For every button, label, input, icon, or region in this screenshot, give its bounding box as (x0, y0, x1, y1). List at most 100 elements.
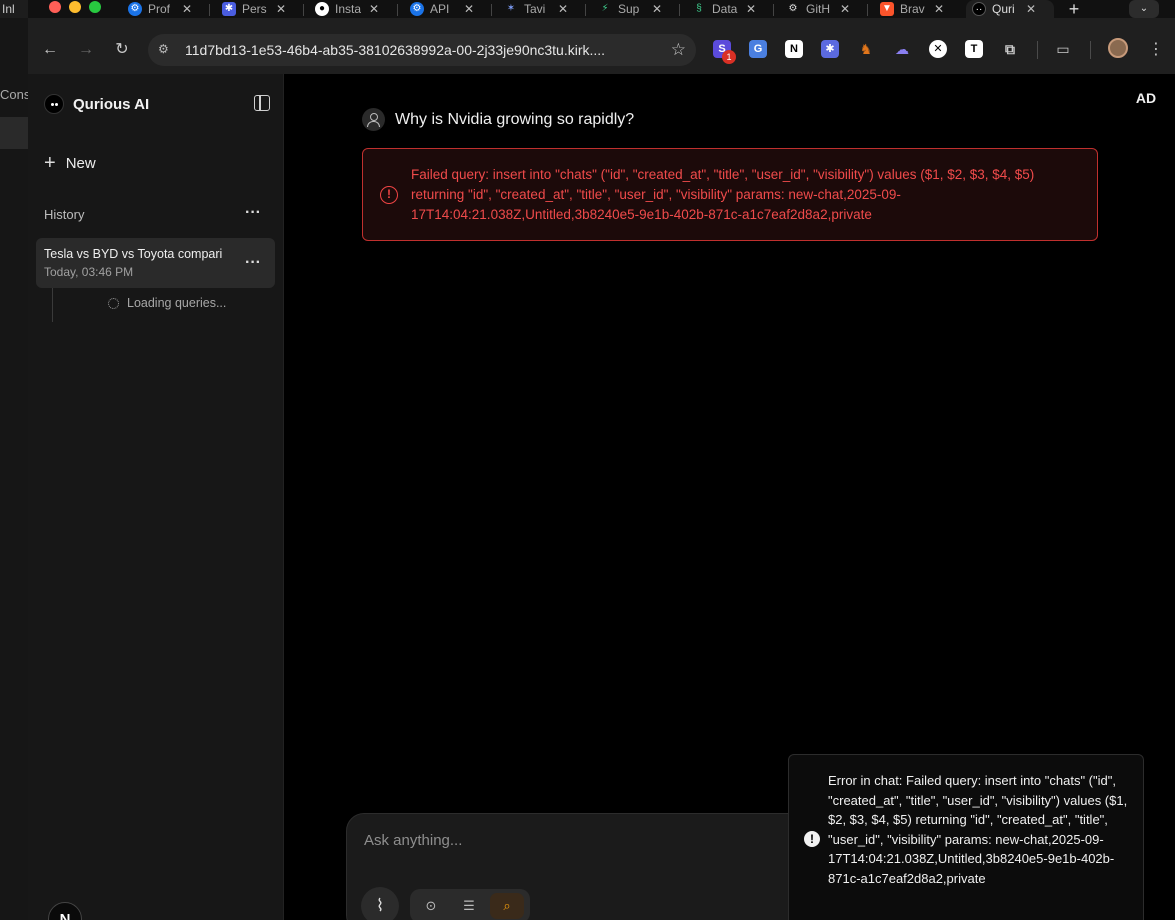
tab-pers[interactable]: ✱ Pers ✕ (216, 0, 294, 18)
tab-title: Insta (335, 2, 361, 16)
user-message: Why is Nvidia growing so rapidly? (362, 108, 634, 131)
account-avatar[interactable]: AD (1133, 86, 1159, 110)
tab-brave[interactable]: ▼ Brav ✕ (874, 0, 952, 18)
brand-name: Qurious AI (73, 95, 150, 113)
brand[interactable]: Qurious AI (44, 94, 149, 114)
tab-title: Tavi (524, 2, 546, 16)
attach-icon[interactable]: ⌇ (361, 887, 399, 920)
close-tab-icon[interactable]: ✕ (556, 2, 570, 16)
background-tab-label: Inl (0, 0, 28, 18)
tab-search-button[interactable]: ⌄ (1129, 0, 1159, 18)
close-tab-icon[interactable]: ✕ (1024, 2, 1038, 16)
tab-title: Quri (992, 2, 1015, 16)
tab-title: Brav (900, 2, 925, 16)
tab-title: GitH (806, 2, 830, 16)
chat-mode-icon[interactable]: ⊙ (414, 893, 448, 919)
forward-icon[interactable]: → (74, 38, 98, 62)
close-tab-icon[interactable]: ✕ (650, 2, 664, 16)
tab-data[interactable]: § Data ✕ (686, 0, 764, 18)
close-tab-icon[interactable]: ✕ (367, 2, 381, 16)
ghost-extension-icon[interactable]: ☁ (893, 40, 911, 58)
loading-label: Loading queries... (127, 296, 227, 310)
background-side-label: Cons (0, 87, 28, 102)
openai-icon: ⚙ (788, 3, 798, 14)
close-tab-icon[interactable]: ✕ (932, 2, 946, 16)
data-icon: § (696, 3, 702, 14)
openai-icon: ⚙ (410, 2, 424, 16)
search-mode-icon[interactable]: ⌕ (490, 893, 524, 919)
new-chat-label: New (65, 154, 96, 172)
notion-icon[interactable]: N (785, 40, 803, 58)
t-extension-icon[interactable]: T (965, 40, 983, 58)
alert-icon: ! (804, 831, 820, 847)
github-icon: ● (315, 2, 329, 16)
sidebar-toggle-icon[interactable] (254, 95, 270, 111)
openai-icon: ⚙ (128, 2, 142, 16)
translate-icon[interactable]: G (749, 40, 767, 58)
url-text[interactable]: 11d7bd13-1e53-46b4-ab35-38102638992a-00-… (185, 42, 605, 58)
error-message-text: Failed query: insert into "chats" ("id",… (411, 167, 1035, 222)
cast-icon[interactable]: ▭ (1054, 40, 1072, 58)
browser-chrome: ⚙ Prof ✕ ✱ Pers ✕ ● Insta ✕ ⚙ API ✕ ✶ Ta… (28, 0, 1175, 74)
tab-qurious[interactable]: ·· Quri ✕ (966, 0, 1054, 18)
close-tab-icon[interactable]: ✕ (838, 2, 852, 16)
bookmark-star-icon[interactable]: ☆ (671, 40, 686, 60)
tab-prof[interactable]: ⚙ Prof ✕ (122, 0, 200, 18)
tab-insta[interactable]: ● Insta ✕ (309, 0, 387, 18)
extension-badge: 1 (722, 50, 736, 64)
qurious-logo-icon (44, 94, 64, 114)
chat-options-icon[interactable]: ··· (245, 255, 261, 271)
chat-history-item[interactable]: Tesla vs BYD vs Toyota compari Today, 03… (36, 238, 275, 288)
site-settings-icon[interactable]: ⚙ (158, 42, 174, 58)
profile-avatar[interactable] (1108, 38, 1128, 58)
tab-title: Data (712, 2, 738, 16)
tab-tavi[interactable]: ✶ Tavi ✕ (498, 0, 576, 18)
tab-sup[interactable]: ⚡ Sup ✕ (592, 0, 670, 18)
history-label: History (44, 207, 85, 222)
reload-icon[interactable]: ↻ (110, 38, 134, 62)
perplexity-icon: ✱ (222, 2, 236, 16)
tab-api[interactable]: ⚙ API ✕ (404, 0, 482, 18)
menu-dots-icon[interactable]: ⋮ (1144, 38, 1168, 62)
new-tab-button[interactable]: + (1065, 0, 1083, 20)
x-extension-icon[interactable]: ✕ (929, 40, 947, 58)
tab-title: Sup (618, 2, 640, 16)
user-question: Why is Nvidia growing so rapidly? (395, 110, 635, 128)
navigation-bar: ← → ↻ ⚙ 11d7bd13-1e53-46b4-ab35-38102638… (28, 32, 1175, 68)
tab-title: Pers (242, 2, 267, 16)
toast-message: Error in chat: Failed query: insert into… (828, 773, 1128, 886)
close-tab-icon[interactable]: ✕ (180, 2, 194, 16)
minimize-window-button[interactable] (69, 1, 81, 13)
back-icon[interactable]: ← (38, 38, 62, 62)
alert-circle-icon: ! (380, 186, 398, 204)
chat-input[interactable] (364, 832, 764, 849)
history-options-icon[interactable]: ··· (245, 205, 261, 221)
puzzle-icon[interactable]: ⧉ (1001, 40, 1019, 58)
background-window: Inl Cons (0, 0, 28, 920)
loading-queries: Loading queries... (108, 296, 226, 310)
tavily-icon: ✶ (506, 3, 516, 14)
error-toast: ! Error in chat: Failed query: insert in… (788, 754, 1144, 920)
chat-title: Tesla vs BYD vs Toyota compari (44, 247, 223, 261)
gear-extension-icon[interactable]: ✱ (821, 40, 839, 58)
new-chat-button[interactable]: + New (44, 152, 96, 174)
tab-title: Prof (148, 2, 171, 16)
close-tab-icon[interactable]: ✕ (462, 2, 476, 16)
list-mode-icon[interactable]: ☰ (452, 893, 486, 919)
sidebar: Qurious AI + New History ··· Tesla vs BY… (28, 74, 284, 920)
supabase-icon: ⚡ (601, 3, 609, 14)
tab-title: API (430, 2, 450, 16)
maximize-window-button[interactable] (89, 1, 101, 13)
tree-connector (52, 288, 53, 322)
address-bar[interactable]: ⚙ 11d7bd13-1e53-46b4-ab35-38102638992a-0… (148, 34, 696, 66)
plus-icon: + (44, 152, 56, 174)
close-window-button[interactable] (49, 1, 61, 13)
chat-time: Today, 03:46 PM (44, 265, 134, 279)
tab-github[interactable]: ⚙ GitH ✕ (780, 0, 858, 18)
close-tab-icon[interactable]: ✕ (274, 2, 288, 16)
user-avatar[interactable]: N (48, 902, 82, 920)
metamask-icon[interactable]: ♞ (857, 40, 875, 58)
mode-selector: ⊙ ☰ ⌕ (410, 889, 530, 920)
close-tab-icon[interactable]: ✕ (744, 2, 758, 16)
tab-strip: ⚙ Prof ✕ ✱ Pers ✕ ● Insta ✕ ⚙ API ✕ ✶ Ta… (28, 0, 1175, 20)
